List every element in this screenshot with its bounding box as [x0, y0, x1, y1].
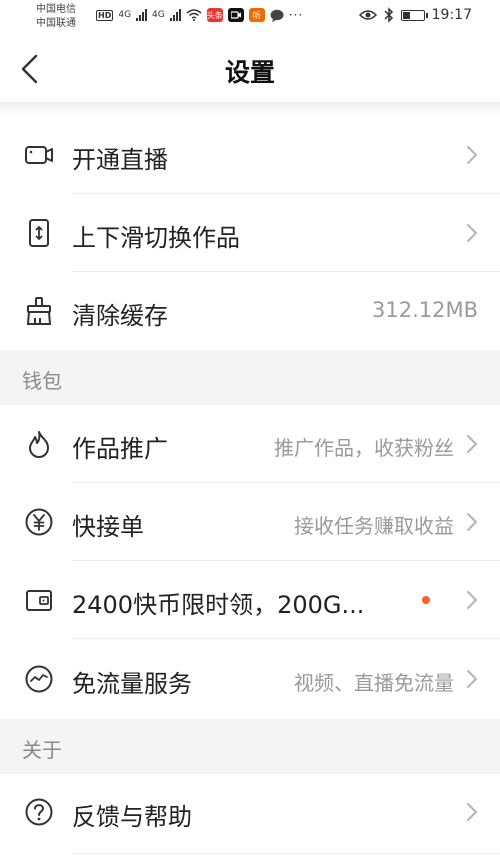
chevron-right-icon	[467, 670, 477, 688]
status-bar: 中国电信 中国联通 HD 4G 4G 头条 听 ··· 19:17	[0, 0, 500, 36]
carrier-2: 中国联通	[36, 18, 76, 29]
battery-icon	[400, 9, 428, 21]
nav-bar: 设置	[0, 36, 500, 102]
row-label: 反馈与帮助	[72, 803, 192, 831]
settings-row-live[interactable]: 开通直播	[0, 116, 500, 194]
wallet-icon	[26, 590, 52, 611]
clock: 19:17	[431, 7, 472, 23]
message-icon	[270, 9, 284, 22]
settings-row-free-data[interactable]: 免流量服务 视频、直播免流量	[0, 639, 500, 719]
row-label: 作品推广	[72, 435, 168, 463]
settings-row-feedback[interactable]: 反馈与帮助	[0, 774, 500, 854]
row-subtitle: 视频、直播免流量	[294, 671, 454, 695]
kuaishou-app-icon	[227, 8, 244, 22]
signal-icon	[136, 9, 148, 21]
network-type-2: 4G	[152, 10, 165, 20]
row-label: 快接单	[72, 513, 144, 541]
row-label: 免流量服务	[72, 670, 192, 698]
hd-badge: HD	[96, 9, 114, 21]
video-camera-icon	[25, 146, 53, 164]
question-circle-icon	[25, 798, 53, 826]
news-app-icon: 头条	[206, 8, 223, 22]
wifi-icon	[186, 9, 202, 21]
status-icons-right: 19:17	[358, 6, 472, 24]
chevron-right-icon	[467, 513, 477, 531]
listen-app-icon: 听	[248, 8, 265, 22]
row-divider	[72, 853, 500, 854]
settings-row-swipe[interactable]: 上下滑切换作品	[0, 194, 500, 272]
yen-coin-icon	[25, 508, 53, 536]
chevron-right-icon	[467, 435, 477, 453]
flame-icon	[29, 431, 49, 458]
bluetooth-icon	[384, 7, 393, 23]
row-subtitle: 推广作品，收获粉丝	[274, 436, 454, 460]
network-type-1: 4G	[118, 10, 132, 20]
broom-icon	[26, 297, 52, 325]
signal-icon-2	[169, 9, 181, 21]
more-dots-icon: ···	[288, 8, 304, 22]
row-label: 上下滑切换作品	[72, 224, 240, 252]
wave-circle-icon	[25, 665, 53, 693]
chevron-right-icon	[467, 803, 477, 821]
chevron-right-icon	[467, 224, 477, 242]
chevron-right-icon	[467, 146, 477, 164]
row-subtitle: 接收任务赚取收益	[294, 514, 454, 538]
carrier-1: 中国电信	[36, 4, 76, 15]
vertical-swipe-icon	[29, 219, 49, 247]
section-header-about: 关于	[0, 719, 500, 774]
row-label: 清除缓存	[72, 302, 168, 330]
section-label: 关于	[22, 738, 62, 762]
settings-row-clear-cache[interactable]: 清除缓存 312.12MB	[0, 272, 500, 350]
settings-row-coins[interactable]: 2400快币限时领，200G...	[0, 561, 500, 639]
cache-size-value: 312.12MB	[371, 298, 478, 322]
section-header-wallet: 钱包	[0, 350, 500, 405]
settings-row-quick-order[interactable]: 快接单 接收任务赚取收益	[0, 483, 500, 561]
section-label: 钱包	[22, 369, 62, 393]
notification-dot	[422, 596, 430, 604]
row-label: 开通直播	[72, 146, 168, 174]
carrier-info: 中国电信 中国联通	[36, 3, 76, 31]
row-label: 2400快币限时领，200G...	[72, 591, 365, 619]
settings-row-promote[interactable]: 作品推广 推广作品，收获粉丝	[0, 405, 500, 483]
chevron-right-icon	[467, 591, 477, 609]
eye-icon	[358, 10, 377, 20]
status-icons-left: HD 4G 4G 头条 听 ···	[96, 6, 303, 24]
nav-shadow	[0, 102, 500, 116]
page-title: 设置	[224, 58, 275, 87]
